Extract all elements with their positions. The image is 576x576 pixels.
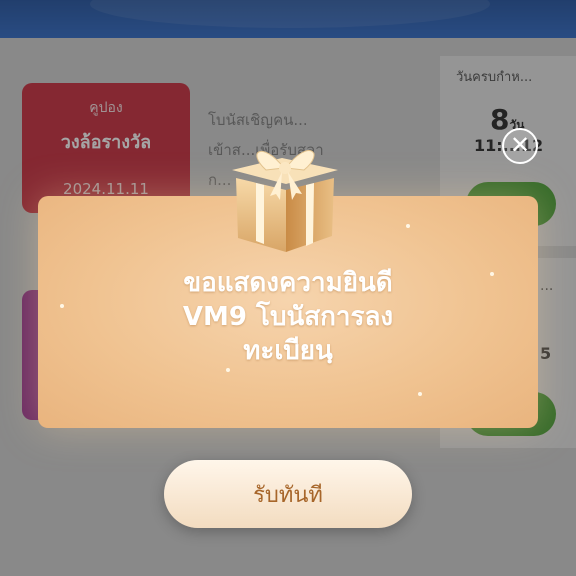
gift-box-icon xyxy=(232,150,338,252)
congrats-message: ขอแสดงความยินดี VM9 โบนัสการลง ทะเบียนฺ xyxy=(38,266,538,368)
close-button[interactable]: ✕ xyxy=(502,128,538,164)
claim-now-button[interactable]: รับทันที xyxy=(164,460,412,528)
message-line: ทะเบียนฺ xyxy=(243,336,333,366)
message-line: VM9 โบนัสการลง xyxy=(182,302,394,332)
message-line: ขอแสดงความยินดี xyxy=(183,268,393,298)
